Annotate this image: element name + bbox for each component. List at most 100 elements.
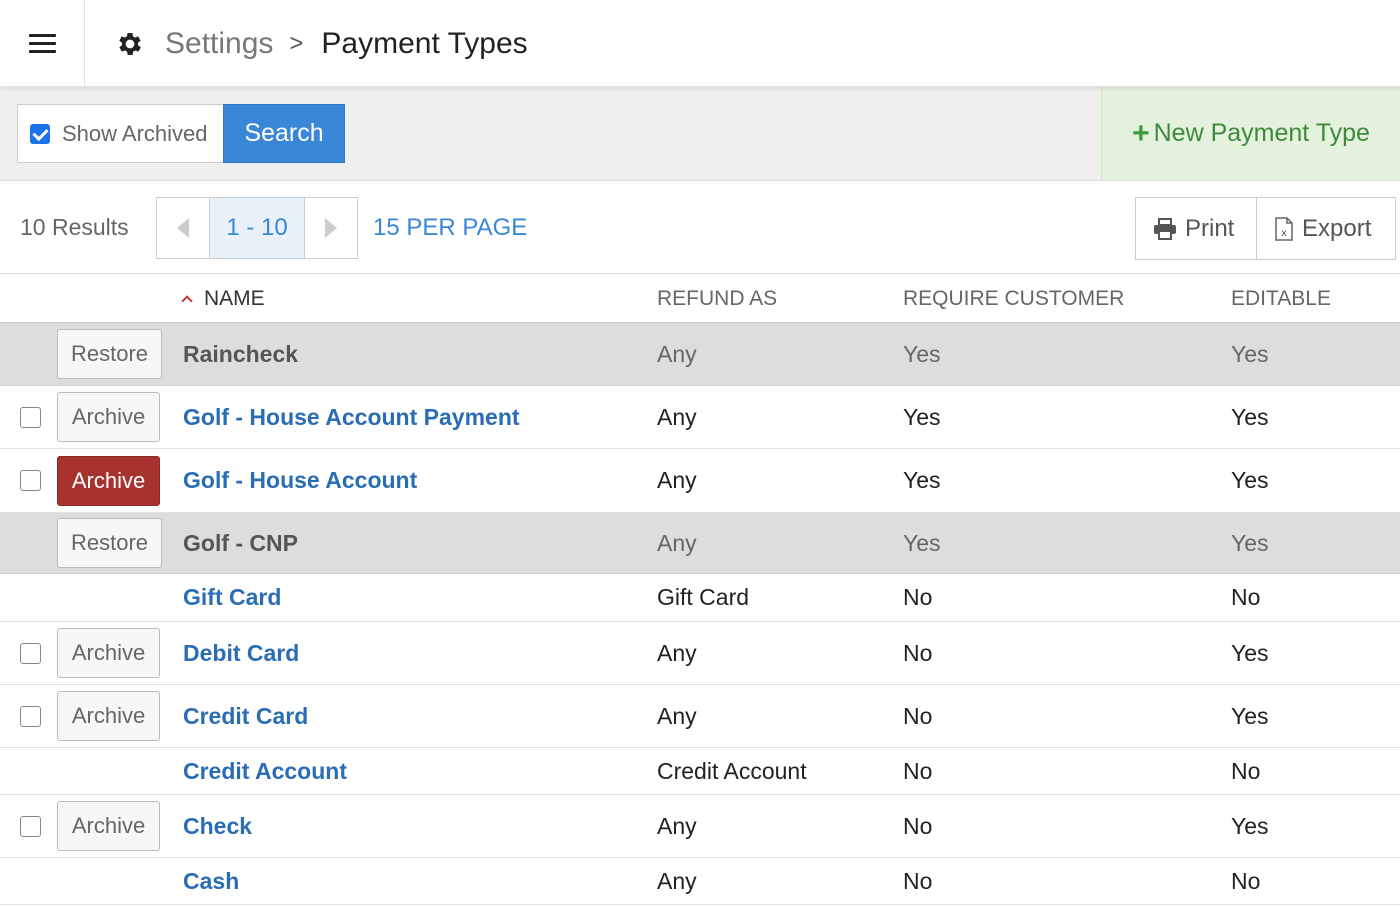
- require-customer-cell: Yes: [903, 340, 941, 367]
- row-action-cell: Restore: [57, 323, 162, 385]
- table-row: Restore Golf - CNP Any Yes Yes: [0, 513, 1400, 574]
- search-button[interactable]: Search: [223, 104, 345, 163]
- require-customer-cell: No: [903, 757, 933, 784]
- sort-ascending-icon: [181, 295, 193, 307]
- row-action-cell: Archive: [57, 386, 160, 448]
- print-label: Print: [1185, 214, 1235, 242]
- table-row: Archive Check Any No Yes: [0, 795, 1400, 858]
- editable-cell: Yes: [1231, 639, 1269, 666]
- archive-button[interactable]: Archive: [57, 801, 160, 851]
- results-count: 10 Results: [20, 214, 129, 240]
- new-payment-type-label: New Payment Type: [1153, 119, 1370, 147]
- export-button[interactable]: x Export: [1257, 198, 1395, 259]
- editable-cell: No: [1231, 757, 1261, 784]
- printer-icon: [1154, 217, 1176, 240]
- print-export-group: Print x Export: [1135, 197, 1396, 260]
- export-label: Export: [1302, 214, 1372, 242]
- refund-as-cell: Credit Account: [657, 757, 807, 784]
- payment-type-name-link[interactable]: Debit Card: [183, 622, 299, 684]
- payment-type-name-link[interactable]: Credit Account: [183, 748, 347, 794]
- table-row: Archive Credit Card Any No Yes: [0, 685, 1400, 748]
- require-customer-cell: No: [903, 702, 933, 729]
- editable-cell: Yes: [1231, 812, 1269, 839]
- menu-button[interactable]: [0, 0, 85, 87]
- row-select-checkbox[interactable]: [20, 642, 41, 664]
- archive-button[interactable]: Archive: [57, 392, 160, 442]
- editable-cell: Yes: [1231, 340, 1269, 367]
- refund-as-cell: Gift Card: [657, 584, 750, 610]
- column-name-label: NAME: [204, 286, 265, 310]
- restore-button[interactable]: Restore: [57, 329, 162, 379]
- payment-type-name-link[interactable]: Credit Card: [183, 685, 308, 747]
- column-header-name[interactable]: NAME: [181, 274, 265, 323]
- breadcrumb-settings-link[interactable]: Settings: [165, 27, 273, 61]
- refund-as-cell: Any: [657, 529, 697, 556]
- payment-type-name-link[interactable]: Cash: [183, 858, 239, 904]
- column-header-refund-as[interactable]: REFUND AS: [657, 274, 777, 323]
- refund-as-cell: Any: [657, 403, 697, 430]
- column-header-editable[interactable]: EDITABLE: [1231, 274, 1331, 323]
- archive-button[interactable]: Archive: [57, 455, 160, 506]
- excel-file-icon: x: [1275, 216, 1293, 241]
- column-header-require-customer[interactable]: REQUIRE CUSTOMER: [903, 274, 1124, 323]
- table-row: Cash Any No No: [0, 858, 1400, 905]
- payment-type-name-link[interactable]: Golf - House Account Payment: [183, 386, 520, 448]
- row-select-cell: [20, 622, 41, 684]
- show-archived-checkbox[interactable]: [30, 123, 50, 144]
- page-range[interactable]: 1 - 10: [209, 198, 305, 258]
- editable-cell: No: [1231, 867, 1261, 894]
- new-payment-type-button[interactable]: + New Payment Type: [1101, 87, 1400, 180]
- editable-cell: Yes: [1231, 529, 1269, 556]
- row-select-cell: [20, 449, 41, 512]
- payment-type-name-link[interactable]: Gift Card: [183, 574, 281, 621]
- require-customer-cell: No: [903, 639, 933, 666]
- payment-type-name-link: Raincheck: [183, 340, 299, 367]
- restore-button[interactable]: Restore: [57, 518, 162, 568]
- filter-toolbar: Show Archived Search + New Payment Type: [0, 87, 1400, 181]
- hamburger-icon: [28, 33, 56, 54]
- row-action-cell: Archive: [57, 685, 160, 747]
- row-select-checkbox[interactable]: [20, 406, 41, 428]
- table-row: Restore Raincheck Any Yes Yes: [0, 323, 1400, 386]
- refund-as-cell: Any: [657, 867, 697, 894]
- row-select-checkbox[interactable]: [20, 815, 41, 837]
- svg-text:x: x: [1281, 228, 1287, 239]
- require-customer-cell: Yes: [903, 467, 941, 493]
- breadcrumb: Settings > Payment Types: [115, 0, 528, 87]
- print-button[interactable]: Print: [1136, 198, 1257, 259]
- row-action-cell: Archive: [57, 622, 160, 684]
- refund-as-cell: Any: [657, 639, 697, 666]
- pagination: 1 - 10: [156, 197, 358, 259]
- results-bar: 10 Results 1 - 10 15 PER PAGE Print x Ex…: [0, 181, 1400, 274]
- gear-icon: [119, 32, 141, 55]
- refund-as-cell: Any: [657, 812, 697, 839]
- payment-type-name-link: Golf - CNP: [183, 529, 298, 556]
- row-select-checkbox[interactable]: [20, 705, 41, 727]
- payment-type-name-link[interactable]: Golf - House Account: [183, 449, 417, 512]
- next-page-button[interactable]: [305, 198, 357, 258]
- table-row: Archive Golf - House Account Any Yes Yes: [0, 449, 1400, 513]
- per-page-selector[interactable]: 15 PER PAGE: [373, 181, 527, 274]
- previous-page-button[interactable]: [157, 198, 209, 258]
- breadcrumb-separator: >: [289, 29, 304, 57]
- editable-cell: Yes: [1231, 467, 1269, 493]
- archive-button[interactable]: Archive: [57, 628, 160, 678]
- archive-button[interactable]: Archive: [57, 691, 160, 741]
- row-select-checkbox[interactable]: [20, 470, 41, 491]
- row-action-cell: Restore: [57, 513, 162, 573]
- row-action-cell: Archive: [57, 449, 160, 512]
- refund-as-cell: Any: [657, 702, 697, 729]
- payment-type-name-link[interactable]: Check: [183, 795, 252, 857]
- refund-as-cell: Any: [657, 340, 697, 367]
- row-action-cell: Archive: [57, 795, 160, 857]
- arrow-left-icon: [177, 218, 189, 238]
- require-customer-cell: Yes: [903, 403, 941, 430]
- plus-icon: +: [1132, 116, 1150, 150]
- require-customer-cell: No: [903, 867, 933, 894]
- arrow-right-icon: [325, 218, 337, 238]
- show-archived-toggle[interactable]: Show Archived: [17, 104, 224, 163]
- refund-as-cell: Any: [657, 467, 697, 493]
- require-customer-cell: No: [903, 584, 933, 610]
- table-row: Gift Card Gift Card No No: [0, 574, 1400, 622]
- app-header: Settings > Payment Types: [0, 0, 1400, 87]
